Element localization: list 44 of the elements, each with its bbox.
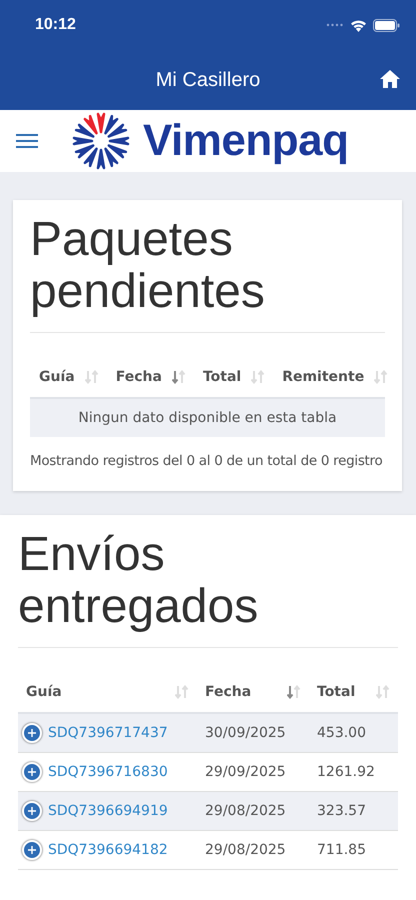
column-label: Guía [26, 684, 62, 700]
table-info-text: Mostrando registros del 0 al 0 de un total de 0 registro [30, 453, 384, 469]
total-cell: 711.85 [317, 842, 366, 858]
wifi-icon [350, 18, 367, 32]
guide-link[interactable]: SDQ7396694182 [48, 842, 168, 858]
brand-name: Vimenpaq [143, 116, 348, 166]
date-cell: 29/08/2025 [205, 803, 286, 819]
column-label: Total [317, 684, 356, 700]
nav-title: Mi Casillero [156, 68, 260, 92]
total-cell: 1261.92 [317, 764, 375, 780]
section-title: Envíos entregados [18, 529, 260, 633]
total-cell: 453.00 [317, 725, 366, 741]
expand-button[interactable] [22, 762, 42, 782]
status-time: 10:12 [35, 16, 76, 34]
plus-icon [26, 844, 38, 856]
expand-button[interactable] [22, 801, 42, 821]
column-label: Fecha [116, 369, 162, 385]
column-label: Total [202, 369, 242, 385]
sort-icon[interactable] [172, 370, 186, 384]
date-cell: 29/08/2025 [205, 842, 286, 858]
column-label: Remitente [282, 369, 364, 385]
column-header[interactable]: Guía [30, 369, 107, 385]
empty-table-message: Ningun dato disponible en esta tabla [30, 399, 385, 437]
column-label: Guía [39, 369, 75, 385]
battery-icon [373, 18, 400, 32]
date-cell: 29/09/2025 [205, 764, 286, 780]
column-header[interactable]: Fecha [106, 369, 194, 385]
expand-button[interactable] [22, 723, 42, 743]
total-cell: 323.57 [317, 803, 366, 819]
guide-link[interactable]: SDQ7396716830 [48, 764, 168, 780]
sort-icon[interactable] [287, 685, 301, 699]
signal-icon [326, 23, 344, 27]
plus-icon [26, 727, 38, 739]
home-button[interactable] [380, 70, 400, 88]
plus-icon [26, 805, 38, 817]
column-header[interactable]: Total [194, 369, 274, 385]
date-cell: 30/09/2025 [205, 725, 286, 741]
menu-button[interactable] [16, 134, 38, 148]
section-title: Paquetes pendientes [30, 214, 266, 318]
column-header[interactable]: Remitente [273, 369, 396, 385]
expand-button[interactable] [22, 840, 42, 860]
column-label: Fecha [205, 684, 252, 700]
starburst-logo-icon [71, 111, 131, 171]
plus-icon [26, 766, 38, 778]
